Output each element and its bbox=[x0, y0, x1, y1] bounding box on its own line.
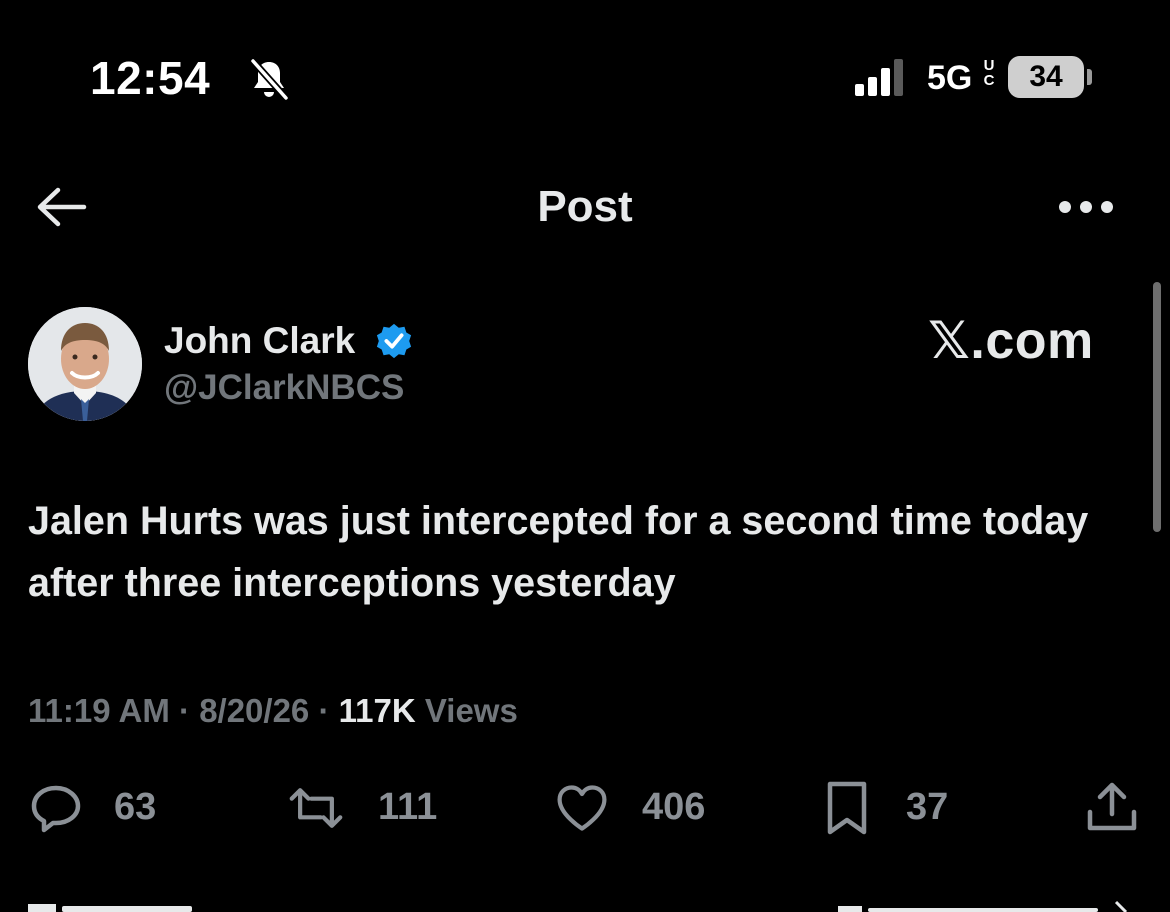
post-date: 8/20/26 bbox=[199, 692, 310, 729]
verified-badge-icon bbox=[376, 323, 412, 359]
battery-tip bbox=[1087, 69, 1092, 85]
avatar[interactable] bbox=[28, 307, 142, 421]
like-count: 406 bbox=[642, 786, 706, 828]
views-count[interactable]: 117K bbox=[339, 692, 416, 729]
x-com-watermark: 𝕏.com bbox=[928, 312, 1094, 370]
like-heart-icon[interactable] bbox=[554, 780, 610, 836]
author-handle[interactable]: @JClarkNBCS bbox=[164, 366, 404, 410]
post-time: 11:19 AM bbox=[28, 692, 170, 729]
more-options-icon[interactable] bbox=[1058, 196, 1114, 218]
page-title: Post bbox=[537, 182, 633, 231]
scrollbar[interactable] bbox=[1153, 282, 1161, 532]
meta-separator: · bbox=[169, 692, 200, 729]
bookmark-count: 37 bbox=[906, 786, 949, 828]
post-text: Jalen Hurts was just intercepted for a s… bbox=[28, 499, 1089, 605]
bell-muted-icon bbox=[250, 58, 289, 101]
cut-off-view-quotes-label bbox=[838, 900, 1128, 912]
cut-off-relevant-label bbox=[28, 904, 192, 912]
battery-icon: 34 bbox=[1008, 56, 1084, 98]
profile-photo-icon bbox=[28, 307, 142, 421]
network-type: 5G bbox=[927, 59, 973, 97]
cellular-signal-icon bbox=[855, 59, 903, 96]
share-icon[interactable] bbox=[1084, 780, 1140, 836]
battery-level: 34 bbox=[1029, 60, 1063, 93]
views-label: Views bbox=[424, 692, 518, 729]
bookmark-icon[interactable] bbox=[822, 780, 878, 836]
network-uc-label: U C bbox=[983, 57, 995, 89]
author-name[interactable]: John Clark bbox=[164, 318, 355, 364]
meta-separator: · bbox=[309, 692, 339, 729]
status-time: 12:54 bbox=[90, 52, 211, 104]
reply-count: 63 bbox=[114, 786, 157, 828]
repost-count: 111 bbox=[378, 786, 438, 828]
repost-icon[interactable] bbox=[288, 780, 344, 836]
reply-icon[interactable] bbox=[28, 780, 84, 836]
post-meta: 11:19 AM · 8/20/26 · 117K Views bbox=[28, 690, 518, 732]
